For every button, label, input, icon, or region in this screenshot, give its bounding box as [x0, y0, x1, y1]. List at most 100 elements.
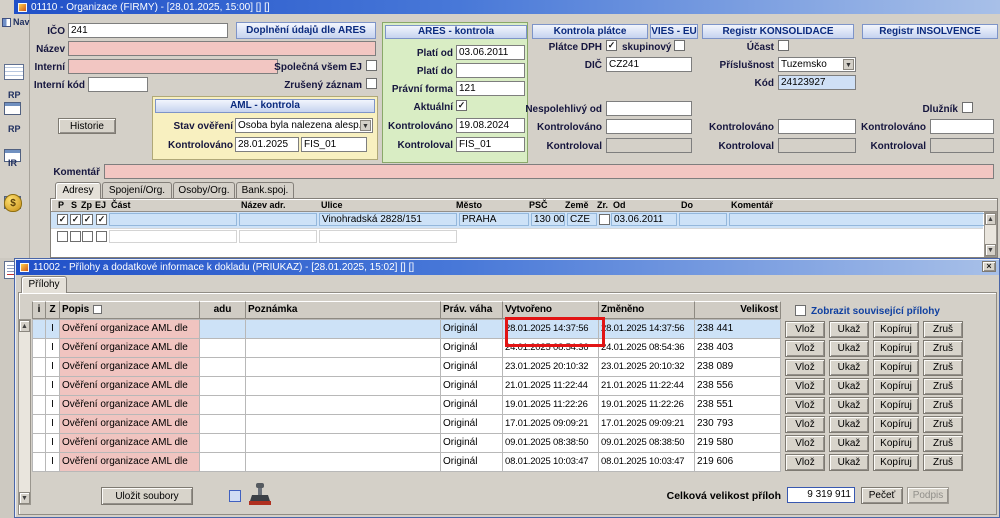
attachment-row[interactable]: I Ověření organizace AML dle Originál 23… [32, 357, 963, 377]
historie-button[interactable]: Historie [58, 118, 116, 134]
kopiruj-button[interactable]: Kopíruj [873, 377, 919, 395]
rp1-window-icon[interactable] [4, 102, 21, 115]
zrus-button[interactable]: Zruš [923, 434, 963, 452]
tab-spojeni-org[interactable]: Spojení/Org. [102, 182, 172, 198]
kod-field[interactable]: 24123927 [778, 75, 856, 90]
aml-kontrolovano-field[interactable]: 28.01.2025 [235, 137, 299, 152]
aktualni-checkbox[interactable] [456, 100, 467, 111]
interni-field[interactable] [68, 59, 278, 74]
platce-dph-checkbox[interactable] [606, 40, 617, 51]
cast-cell[interactable] [109, 213, 237, 226]
tab-bank-spoj[interactable]: Bank.spoj. [236, 182, 294, 198]
popis-filter-checkbox[interactable] [93, 304, 103, 314]
zruseny-checkbox[interactable] [366, 78, 377, 89]
nazev-field[interactable] [68, 41, 376, 56]
zr-checkbox[interactable] [599, 214, 610, 225]
doplneni-ares-button[interactable]: Doplnění údajů dle ARES [236, 22, 376, 39]
zrus-button[interactable]: Zruš [923, 320, 963, 338]
zrus-button[interactable]: Zruš [923, 396, 963, 414]
s-checkbox[interactable] [70, 231, 81, 242]
vloz-button[interactable]: Vlož [785, 415, 825, 433]
ukaz-button[interactable]: Ukaž [829, 453, 869, 471]
attachment-row[interactable]: I Ověření organizace AML dle Originál 09… [32, 433, 963, 453]
attachment-row[interactable]: I Ověření organizace AML dle Originál 17… [32, 414, 963, 434]
ukaz-button[interactable]: Ukaž [829, 358, 869, 376]
komentar-field[interactable] [104, 164, 994, 179]
col-prav-vaha[interactable]: Práv. váha [441, 301, 503, 319]
kopiruj-button[interactable]: Kopíruj [873, 339, 919, 357]
zrus-button[interactable]: Zruš [923, 415, 963, 433]
attachment-row[interactable]: I Ověření organizace AML dle Originál 24… [32, 338, 963, 358]
ucast-checkbox[interactable] [778, 40, 789, 51]
nazev-adr-cell[interactable] [239, 213, 317, 226]
nav-toggle[interactable]: Nav [2, 17, 30, 27]
interni-kod-field[interactable] [88, 77, 148, 92]
kopiruj-button[interactable]: Kopíruj [873, 453, 919, 471]
col-popis[interactable]: Popis [60, 301, 200, 319]
vloz-button[interactable]: Vlož [785, 339, 825, 357]
zrus-button[interactable]: Zruš [923, 377, 963, 395]
cast-cell[interactable] [109, 230, 237, 243]
komentar-cell[interactable] [729, 213, 991, 226]
s-checkbox[interactable] [70, 214, 81, 225]
ukaz-button[interactable]: Ukaž [829, 396, 869, 414]
spolecna-checkbox[interactable] [366, 60, 377, 71]
ukaz-button[interactable]: Ukaž [829, 377, 869, 395]
vloz-button[interactable]: Vlož [785, 358, 825, 376]
address-table-scrollbar[interactable]: ▲ ▼ [984, 212, 997, 257]
attachment-row[interactable]: I Ověření organizace AML dle Originál 28… [32, 319, 963, 339]
ulozit-soubory-button[interactable]: Uložit soubory [101, 487, 193, 505]
mesto-cell[interactable]: PRAHA [459, 213, 529, 226]
prilohy-titlebar[interactable]: 11002 - Přílohy a dodatkové informace k … [16, 260, 999, 275]
col-zmeneno[interactable]: Změněno [599, 301, 695, 319]
ukaz-button[interactable]: Ukaž [829, 434, 869, 452]
vloz-button[interactable]: Vlož [785, 434, 825, 452]
address-row[interactable] [51, 228, 983, 244]
ej-checkbox[interactable] [96, 231, 107, 242]
scroll-up-icon[interactable]: ▲ [985, 213, 996, 225]
pecet-button[interactable]: Pečeť [861, 487, 903, 504]
scroll-down-icon[interactable]: ▼ [985, 244, 996, 256]
col-i[interactable]: i [32, 301, 46, 319]
ukaz-button[interactable]: Ukaž [829, 415, 869, 433]
close-icon[interactable]: × [982, 261, 996, 272]
nespolehlivy-field[interactable] [606, 101, 692, 116]
chevron-down-icon[interactable]: ▼ [843, 59, 854, 70]
organizace-titlebar[interactable]: 01110 - Organizace (FIRMY) - [28.01.2025… [14, 0, 1000, 14]
p-checkbox[interactable] [57, 214, 68, 225]
ukaz-button[interactable]: Ukaž [829, 339, 869, 357]
psc-cell[interactable]: 130 00 [531, 213, 565, 226]
attachment-row[interactable]: I Ověření organizace AML dle Originál 19… [32, 395, 963, 415]
dluznik-checkbox[interactable] [962, 102, 973, 113]
table-tool-icon[interactable] [4, 64, 24, 80]
ulice-cell[interactable] [319, 230, 457, 243]
show-related-checkbox[interactable] [795, 305, 806, 316]
nazev-adr-cell[interactable] [239, 230, 317, 243]
tab-prilohy[interactable]: Přílohy [21, 276, 67, 293]
do-cell[interactable] [679, 213, 727, 226]
money-bag-icon[interactable]: $ [4, 194, 22, 212]
zrus-button[interactable]: Zruš [923, 339, 963, 357]
attachment-row[interactable]: I Ověření organizace AML dle Originál 08… [32, 452, 963, 472]
kopiruj-button[interactable]: Kopíruj [873, 358, 919, 376]
zrus-button[interactable]: Zruš [923, 358, 963, 376]
kopiruj-button[interactable]: Kopíruj [873, 434, 919, 452]
select-all-checkbox[interactable] [229, 490, 241, 502]
attachment-scrollbar[interactable]: ▲ ▼ [18, 319, 31, 505]
address-row[interactable]: Vinohradská 2828/151 PRAHA 130 00 CZE 03… [51, 212, 991, 228]
aml-kontroloval-field[interactable]: FIS_01 [301, 137, 367, 152]
od-cell[interactable]: 03.06.2011 [611, 213, 677, 226]
kopiruj-button[interactable]: Kopíruj [873, 415, 919, 433]
stamp-icon[interactable] [247, 481, 273, 507]
col-poznamka[interactable]: Poznámka [246, 301, 441, 319]
attachment-row[interactable]: I Ověření organizace AML dle Originál 21… [32, 376, 963, 396]
pravni-forma-field[interactable]: 121 [456, 81, 525, 96]
prislusnost-dropdown[interactable]: Tuzemsko ▼ [778, 57, 856, 72]
ulice-cell[interactable]: Vinohradská 2828/151 [319, 213, 457, 226]
ukaz-button[interactable]: Ukaž [829, 320, 869, 338]
stav-overeni-dropdown[interactable]: Osoba byla nalezena alesp... ▼ [235, 118, 373, 133]
scroll-down-icon[interactable]: ▼ [19, 492, 30, 504]
scroll-up-icon[interactable]: ▲ [19, 320, 30, 332]
tab-adresy[interactable]: Adresy [55, 182, 101, 199]
insolvence-kontrolovano-field[interactable] [930, 119, 994, 134]
